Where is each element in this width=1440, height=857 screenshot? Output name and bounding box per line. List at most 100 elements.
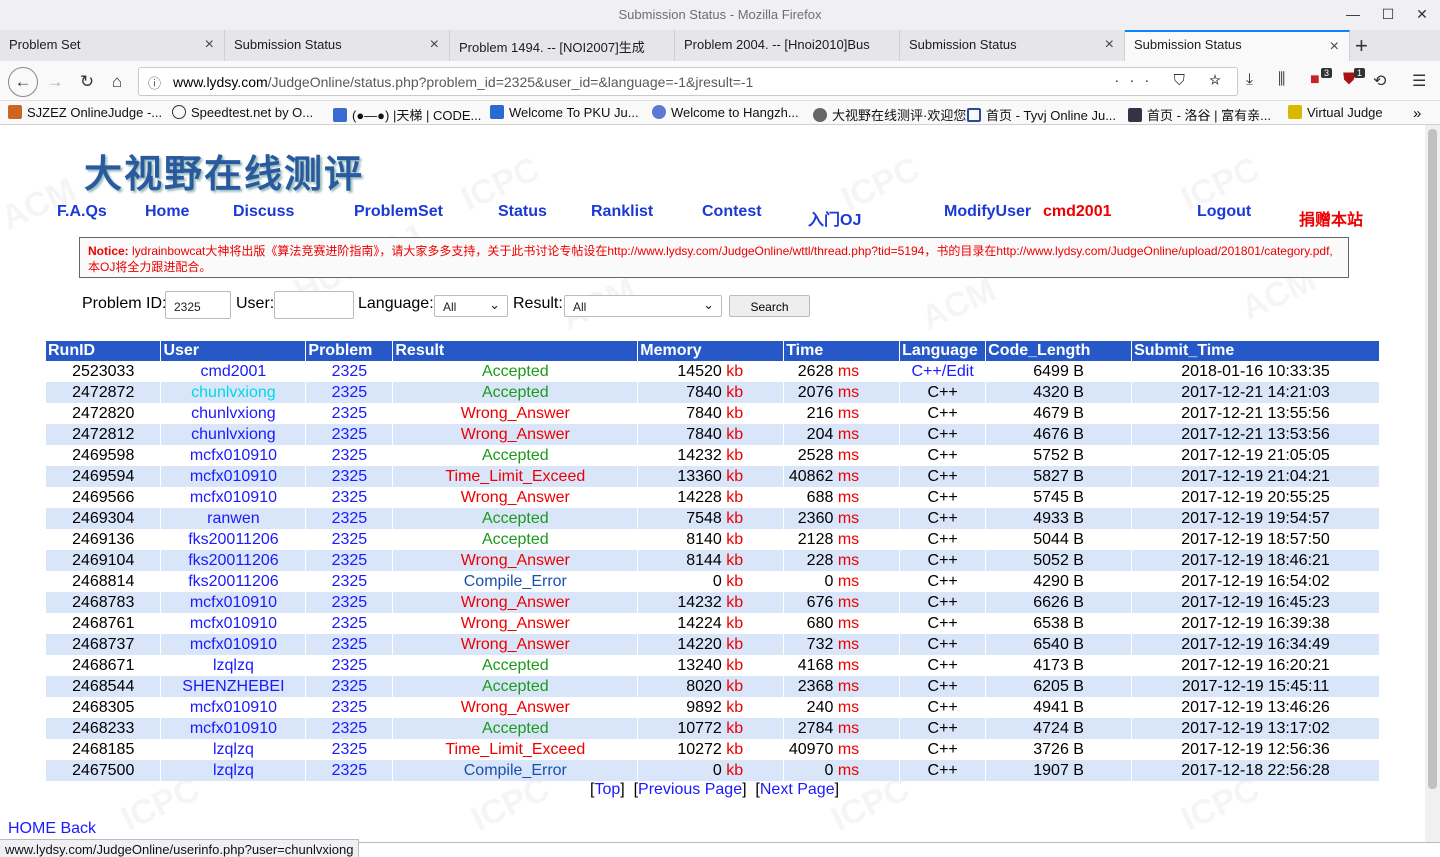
tab-submission-status[interactable]: Submission Status × (225, 30, 450, 61)
cell-user-link[interactable]: mcfx010910 (190, 720, 277, 737)
col-memory[interactable]: Memory (637, 341, 785, 361)
cell-problem-link[interactable]: 2325 (332, 636, 368, 653)
reload-icon[interactable]: ↻ (74, 69, 100, 95)
cell-user-link[interactable]: mcfx010910 (190, 489, 277, 506)
menu-donate[interactable]: 捐赠本站 (1299, 206, 1363, 230)
cell-problem-link[interactable]: 2325 (332, 363, 368, 380)
cell-problem-link[interactable]: 2325 (332, 552, 368, 569)
col-code-length[interactable]: Code_Length (985, 341, 1133, 361)
bookmark-hdu[interactable]: Welcome to Hangzh... (652, 105, 799, 120)
menu-ranklist[interactable]: Ranklist (591, 203, 653, 221)
menu-status[interactable]: Status (498, 203, 547, 221)
maximize-button[interactable]: ☐ (1377, 4, 1399, 24)
cell-user-link[interactable]: chunlvxiong (191, 405, 276, 422)
cell-problem-link[interactable]: 2325 (332, 741, 368, 758)
cell-result[interactable]: Accepted (482, 657, 549, 674)
tab-submission-status-active[interactable]: Submission Status × (1125, 30, 1350, 61)
menu-faqs[interactable]: F.A.Qs (57, 203, 107, 221)
tab-problem-set[interactable]: Problem Set × (0, 30, 225, 61)
cell-result[interactable]: Wrong_Answer (461, 405, 570, 422)
cell-result[interactable]: Wrong_Answer (461, 699, 570, 716)
bookmark-sjzez[interactable]: SJZEZ OnlineJudge -... (8, 105, 162, 120)
cell-problem-link[interactable]: 2325 (332, 426, 368, 443)
cell-user-link[interactable]: lzqlzq (213, 657, 254, 674)
library-icon[interactable]: ⫼ (1278, 71, 1285, 89)
cell-language[interactable]: C++/Edit (912, 363, 974, 380)
cell-result[interactable]: Wrong_Answer (461, 594, 570, 611)
cell-user-link[interactable]: lzqlzq (213, 741, 254, 758)
tab-problem-2004[interactable]: Problem 2004. -- [Hnoi2010]Bus (675, 30, 900, 61)
cell-result[interactable]: Accepted (482, 720, 549, 737)
cell-result[interactable]: Compile_Error (464, 762, 567, 779)
cell-problem-link[interactable]: 2325 (332, 678, 368, 695)
page-info-icon[interactable]: ⓘ (148, 73, 161, 92)
user-input[interactable] (274, 291, 354, 319)
url-bar[interactable]: ⓘ www.lydsy.com/JudgeOnline/status.php?p… (138, 67, 1238, 96)
page-scrollbar[interactable] (1425, 125, 1440, 842)
close-icon[interactable]: × (1105, 36, 1114, 54)
bookmark-lydsy[interactable]: 大视野在线测评·欢迎您 (813, 105, 966, 124)
cell-user-link[interactable]: lzqlzq (213, 762, 254, 779)
menu-intro-oj[interactable]: 入门OJ (808, 206, 861, 230)
close-window-button[interactable]: ✕ (1411, 4, 1433, 24)
forward-icon[interactable]: → (42, 69, 68, 95)
menu-contest[interactable]: Contest (702, 203, 762, 221)
bookmark-codevs[interactable]: (●—●) |天梯 | CODE... (333, 105, 481, 124)
col-language[interactable]: Language (899, 341, 987, 361)
cell-result[interactable]: Time_Limit_Exceed (445, 741, 585, 758)
cell-user-link[interactable]: mcfx010910 (190, 468, 277, 485)
cell-problem-link[interactable]: 2325 (332, 573, 368, 590)
cell-result[interactable]: Accepted (482, 531, 549, 548)
pager-top[interactable]: Top (594, 781, 620, 798)
menu-problemset[interactable]: ProblemSet (354, 203, 443, 221)
cell-user-link[interactable]: mcfx010910 (190, 615, 277, 632)
cell-user-link[interactable]: mcfx010910 (190, 699, 277, 716)
home-icon[interactable]: ⌂ (104, 69, 130, 95)
cell-problem-link[interactable]: 2325 (332, 447, 368, 464)
cell-problem-link[interactable]: 2325 (332, 699, 368, 716)
menu-icon[interactable]: ☰ (1412, 71, 1426, 91)
chevron-right-icon[interactable]: » (1413, 105, 1421, 122)
col-result[interactable]: Result (392, 341, 639, 361)
back-icon[interactable]: ← (8, 67, 38, 97)
close-icon[interactable]: × (430, 36, 439, 54)
search-button[interactable]: Search (729, 295, 810, 317)
cell-result[interactable]: Wrong_Answer (461, 489, 570, 506)
pager-next[interactable]: Next Page (760, 781, 835, 798)
menu-home[interactable]: Home (145, 203, 189, 221)
new-tab-icon[interactable]: + (1355, 33, 1368, 59)
cell-result[interactable]: Time_Limit_Exceed (445, 468, 585, 485)
url-text[interactable]: www.lydsy.com/JudgeOnline/status.php?pro… (173, 74, 753, 90)
cell-user-link[interactable]: mcfx010910 (190, 636, 277, 653)
cell-user-link[interactable]: mcfx010910 (190, 447, 277, 464)
cell-problem-link[interactable]: 2325 (332, 489, 368, 506)
problem-id-input[interactable]: 2325 (165, 291, 231, 319)
cell-user-link[interactable]: chunlvxiong (191, 426, 276, 443)
language-select[interactable]: All ⌄ (434, 295, 508, 317)
cell-problem-link[interactable]: 2325 (332, 405, 368, 422)
cell-result[interactable]: Wrong_Answer (461, 552, 570, 569)
tab-problem-1494[interactable]: Problem 1494. -- [NOI2007]生成 (450, 30, 675, 61)
cell-user-link[interactable]: fks20011206 (188, 552, 278, 569)
cell-user-link[interactable]: chunlvxiong (191, 384, 276, 401)
cell-user-link[interactable]: fks20011206 (188, 573, 278, 590)
minimize-button[interactable]: — (1342, 4, 1364, 24)
page-actions[interactable]: ··· ⛉ ☆ (1114, 72, 1231, 89)
cell-user-link[interactable]: ranwen (207, 510, 259, 527)
cell-problem-link[interactable]: 2325 (332, 720, 368, 737)
col-runid[interactable]: RunID (46, 341, 162, 361)
cell-result[interactable]: Accepted (482, 678, 549, 695)
col-submit-time[interactable]: Submit_Time (1131, 341, 1380, 361)
cell-result[interactable]: Compile_Error (464, 573, 567, 590)
bookmark-vjudge[interactable]: Virtual Judge (1288, 105, 1383, 120)
cell-result[interactable]: Accepted (482, 363, 549, 380)
cell-problem-link[interactable]: 2325 (332, 594, 368, 611)
result-select[interactable]: All ⌄ (564, 295, 722, 317)
cell-user-link[interactable]: cmd2001 (201, 363, 267, 380)
cell-problem-link[interactable]: 2325 (332, 762, 368, 779)
bookmark-luogu[interactable]: 首页 - 洛谷 | 富有亲... (1128, 105, 1271, 124)
addon-icon[interactable]: ■ (1310, 71, 1320, 89)
bookmark-tyvj[interactable]: 首页 - Tyvj Online Ju... (967, 105, 1116, 124)
cell-result[interactable]: Wrong_Answer (461, 615, 570, 632)
cell-problem-link[interactable]: 2325 (332, 510, 368, 527)
